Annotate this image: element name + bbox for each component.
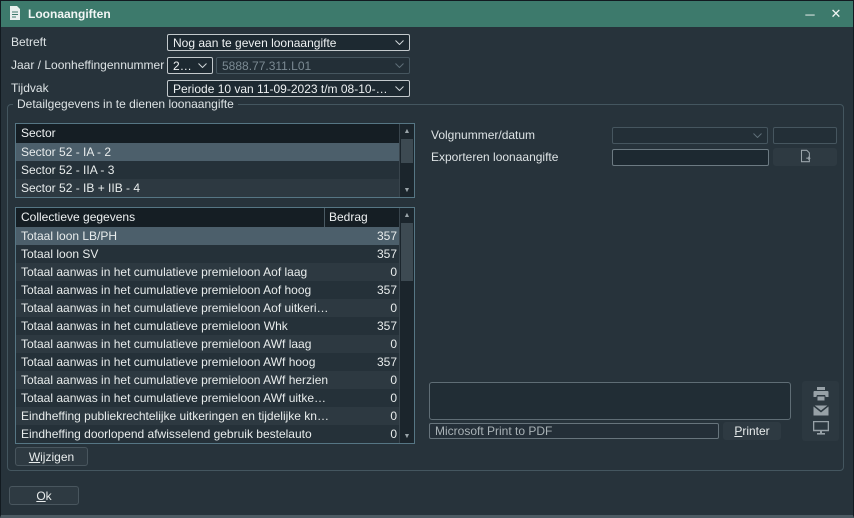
groupbox-legend: Detailgegevens in te dienen loonaangifte <box>13 97 238 111</box>
email-icon[interactable] <box>811 403 831 419</box>
table-row[interactable]: Totaal aanwas in het cumulatieve premiel… <box>16 299 401 317</box>
print-preview-box[interactable] <box>429 382 791 420</box>
row-label: Totaal aanwas in het cumulatieve premiel… <box>16 263 329 281</box>
volgnummer-select <box>612 127 768 144</box>
betreft-label: Betreft <box>11 34 46 51</box>
document-icon <box>9 6 21 23</box>
betreft-value: Nog aan te geven loonaangifte <box>173 36 391 50</box>
table-row[interactable]: Eindheffing doorlopend afwisselend gebru… <box>16 425 401 443</box>
row-value: 0 <box>329 263 401 281</box>
collectieve-gegevens-column-header[interactable]: Collectieve gegevens <box>16 208 324 227</box>
print-icon[interactable] <box>811 386 831 402</box>
export-file-icon <box>798 149 812 166</box>
collectieve-table-scrollbar[interactable]: ▲ ▼ <box>399 208 414 443</box>
chevron-down-icon <box>395 40 404 45</box>
ok-button[interactable]: Ok <box>9 486 79 505</box>
printer-button[interactable]: Printer <box>723 422 781 440</box>
table-row[interactable]: Totaal loon SV357 <box>16 245 401 263</box>
table-row[interactable]: Totaal aanwas in het cumulatieve premiel… <box>16 389 401 407</box>
row-value: 0 <box>329 371 401 389</box>
list-item[interactable]: Sector 52 - IIA - 3 <box>16 161 401 179</box>
loonheffingennummer-select: 5888.77.311.L01 <box>216 57 410 74</box>
monitor-icon[interactable] <box>811 420 831 436</box>
row-label: Totaal aanwas in het cumulatieve premiel… <box>16 389 329 407</box>
loonaangiften-dialog: Loonaangiften ─ ✕ Betreft Nog aan te gev… <box>0 0 854 518</box>
chevron-down-icon <box>753 133 762 138</box>
tijdvak-label: Tijdvak <box>11 80 49 97</box>
tijdvak-value: Periode 10 van 11-09-2023 t/m 08-10-2023 <box>173 82 391 96</box>
betreft-select[interactable]: Nog aan te geven loonaangifte <box>167 34 410 51</box>
row-label: Sector 52 - IB + IIB - 4 <box>16 179 401 197</box>
row-value: 357 <box>329 353 401 371</box>
table-row[interactable]: Totaal aanwas in het cumulatieve premiel… <box>16 353 401 371</box>
jaar-loonheffingennummer-label: Jaar / Loonheffingennummer <box>11 57 164 74</box>
row-label: Totaal aanwas in het cumulatieve premiel… <box>16 371 329 389</box>
scroll-down-icon[interactable]: ▼ <box>400 429 414 443</box>
list-item[interactable]: Sector 52 - IA - 2 <box>16 143 401 161</box>
close-button[interactable]: ✕ <box>821 1 851 27</box>
row-value: 357 <box>329 245 401 263</box>
row-label: Totaal loon SV <box>16 245 329 263</box>
export-button[interactable] <box>773 148 837 166</box>
row-value: 357 <box>329 227 401 245</box>
sector-list-header[interactable]: Sector <box>16 124 414 143</box>
row-label: Totaal aanwas in het cumulatieve premiel… <box>16 335 329 353</box>
loonheffingennummer-value: 5888.77.311.L01 <box>222 59 391 73</box>
collectieve-table: Collectieve gegevens Bedrag Totaal loon … <box>15 207 415 444</box>
volgnummer-datum-field <box>773 127 837 144</box>
row-label: Eindheffing publiekrechtelijke uitkering… <box>16 407 329 425</box>
row-value: 0 <box>329 389 401 407</box>
table-row[interactable]: Totaal aanwas in het cumulatieve premiel… <box>16 371 401 389</box>
row-label: Eindheffing doorlopend afwisselend gebru… <box>16 425 329 443</box>
row-value: 357 <box>329 281 401 299</box>
table-row[interactable]: Totaal aanwas in het cumulatieve premiel… <box>16 335 401 353</box>
row-label: Sector 52 - IIA - 3 <box>16 161 401 179</box>
titlebar: Loonaangiften ─ ✕ <box>1 1 853 27</box>
output-icon-panel <box>802 381 839 441</box>
scrollbar-thumb[interactable] <box>401 223 413 281</box>
row-value: 0 <box>329 299 401 317</box>
exporteren-field[interactable] <box>612 149 769 166</box>
collectieve-table-header: Collectieve gegevens Bedrag <box>16 208 414 227</box>
wijzigen-button[interactable]: Wijzigen <box>15 447 88 466</box>
chevron-down-icon <box>395 63 404 68</box>
chevron-down-icon <box>395 86 404 91</box>
scroll-up-icon[interactable]: ▲ <box>400 208 414 222</box>
collectieve-table-rows: Totaal loon LB/PH357Totaal loon SV357Tot… <box>16 227 414 443</box>
table-row[interactable]: Totaal aanwas in het cumulatieve premiel… <box>16 317 401 335</box>
table-row[interactable]: Totaal loon LB/PH357 <box>16 227 401 245</box>
row-label: Totaal loon LB/PH <box>16 227 329 245</box>
row-value: 0 <box>329 335 401 353</box>
jaar-select[interactable]: 2023 <box>167 57 213 74</box>
scrollbar-thumb[interactable] <box>401 139 413 163</box>
table-row[interactable]: Totaal aanwas in het cumulatieve premiel… <box>16 281 401 299</box>
sector-list: Sector Sector 52 - IA - 2Sector 52 - IIA… <box>15 123 415 198</box>
printer-name-field: Microsoft Print to PDF <box>429 423 719 439</box>
scroll-down-icon[interactable]: ▼ <box>400 183 414 197</box>
table-row[interactable]: Totaal aanwas in het cumulatieve premiel… <box>16 263 401 281</box>
window-title: Loonaangiften <box>28 7 111 21</box>
volgnummer-datum-label: Volgnummer/datum <box>431 127 535 144</box>
sector-column-header[interactable]: Sector <box>16 124 414 143</box>
scroll-up-icon[interactable]: ▲ <box>400 124 414 138</box>
row-label: Totaal aanwas in het cumulatieve premiel… <box>16 353 329 371</box>
row-label: Totaal aanwas in het cumulatieve premiel… <box>16 299 329 317</box>
row-label: Totaal aanwas in het cumulatieve premiel… <box>16 281 329 299</box>
jaar-value: 2023 <box>173 59 194 73</box>
row-value: 0 <box>329 407 401 425</box>
sector-list-rows: Sector 52 - IA - 2Sector 52 - IIA - 3Sec… <box>16 143 414 197</box>
row-label: Totaal aanwas in het cumulatieve premiel… <box>16 317 329 335</box>
row-label: Sector 52 - IA - 2 <box>16 143 401 161</box>
exporteren-loonaangifte-label: Exporteren loonaangifte <box>431 149 558 166</box>
row-value: 0 <box>329 425 401 443</box>
tijdvak-select[interactable]: Periode 10 van 11-09-2023 t/m 08-10-2023 <box>167 80 410 97</box>
list-item[interactable]: Sector 52 - IB + IIB - 4 <box>16 179 401 197</box>
sector-list-scrollbar[interactable]: ▲ ▼ <box>399 124 414 197</box>
row-value: 357 <box>329 317 401 335</box>
table-row[interactable]: Eindheffing publiekrechtelijke uitkering… <box>16 407 401 425</box>
chevron-down-icon <box>198 63 207 68</box>
